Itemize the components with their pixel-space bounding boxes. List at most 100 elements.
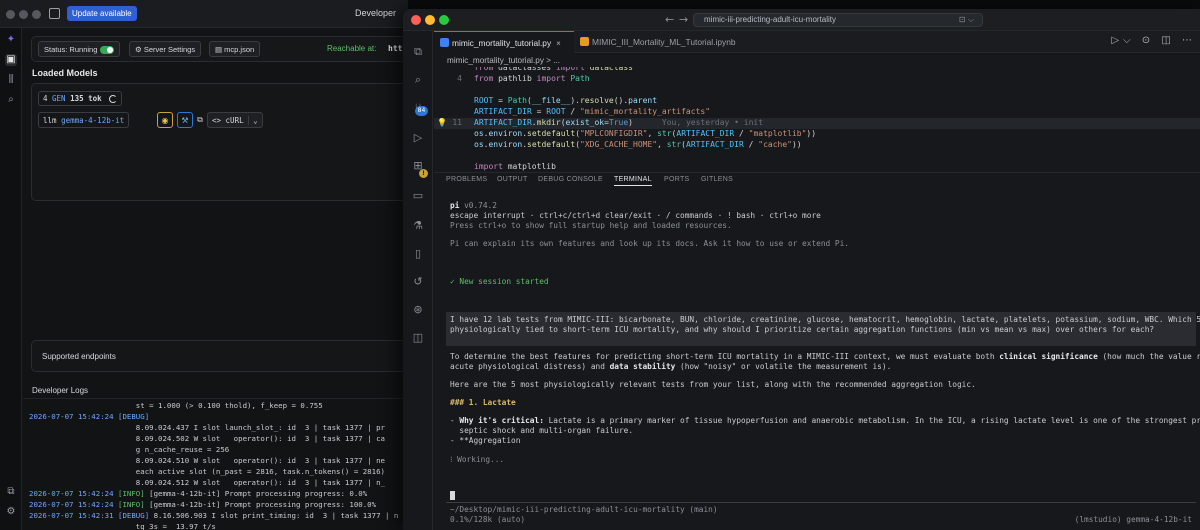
tools-icon[interactable]: ⚒: [177, 112, 193, 128]
settings-gear-icon[interactable]: ⚙: [5, 506, 17, 518]
lmstudio-rail: ✦ ▣ ⫼ ⌕ ⧉ ⚙: [0, 28, 22, 530]
eye-icon[interactable]: ◉: [157, 112, 173, 128]
developer-logs-heading: Developer Logs: [32, 386, 89, 395]
loaded-model-card: 4 GEN 135 tok llm gemma-4-12b-it ◉ ⚒ ⧉ <…: [31, 83, 408, 201]
code-editor[interactable]: from dataclasses import dataclass 4 from …: [434, 67, 1200, 172]
run-debug-icon[interactable]: ▷: [411, 131, 425, 145]
copilot-icon[interactable]: ⊡ ⌵: [959, 15, 974, 25]
python-file-icon: [440, 38, 449, 47]
log-line: 8.09.024.502 W slot operator(): id 3 | t…: [29, 434, 385, 443]
loading-spinner-icon: [109, 95, 118, 103]
server-toggle[interactable]: [100, 46, 115, 55]
search-text: mimic-iii-predicting-adult-icu-mortality: [704, 15, 837, 24]
chevron-down-icon: ⌄: [248, 116, 258, 125]
user-message-line: physiologically tied to short-term ICU m…: [450, 325, 1155, 334]
status-pill[interactable]: Status: Running: [38, 41, 121, 57]
developer-logs-panel[interactable]: st = 1.000 (> 0.100 thold), f_keep = 0.7…: [23, 398, 408, 530]
model-name: gemma-4-12b-it: [61, 116, 125, 125]
response-line: Here are the 5 most physiologically rele…: [450, 380, 976, 389]
close-window-button[interactable]: [411, 15, 421, 25]
code-line: import matplotlib: [474, 162, 556, 171]
mcp-json-button[interactable]: ▤ mcp.json: [209, 41, 261, 57]
usage-status: 0.1%/128k (auto): [450, 515, 526, 524]
response-bullet: - **Aggregation: [450, 436, 521, 445]
log-line: 8.09.024.437 I slot launch_slot_: id 3 |…: [29, 423, 385, 432]
search-models-icon[interactable]: ⌕: [5, 94, 17, 106]
minimize-window-button[interactable]: [425, 15, 435, 25]
server-settings-label: Server Settings: [143, 45, 196, 54]
tab-mimic-iii-notebook[interactable]: MIMIC_III_Mortality_ML_Tutorial.ipynb: [574, 31, 764, 53]
notebook-file-icon: [580, 37, 589, 46]
zoom-window-button[interactable]: [32, 10, 41, 19]
sidebar-toggle-icon[interactable]: [49, 8, 60, 19]
code-line: os.environ.setdefault("XDG_CACHE_HOME", …: [474, 140, 802, 149]
tab-label: MIMIC_III_Mortality_ML_Tutorial.ipynb: [592, 37, 736, 47]
model-prefix: llm: [43, 116, 57, 125]
tab-ports[interactable]: PORTS: [664, 176, 690, 183]
log-line: 2026-07-07 15:42:24 [DEBUG]: [29, 412, 150, 421]
testing-icon[interactable]: ⚗: [411, 219, 425, 233]
bookmarks-icon[interactable]: ▯: [411, 247, 425, 261]
lmstudio-main: Status: Running ⚙ Server Settings ▤ mcp.…: [23, 28, 412, 530]
code-line: 4 from pathlib import Path: [457, 74, 590, 83]
update-available-button[interactable]: Update available: [67, 6, 137, 21]
gitlens-icon[interactable]: ⊛: [411, 303, 425, 317]
vscode-titlebar: ← → mimic-iii-predicting-adult-icu-morta…: [403, 9, 1200, 31]
code-line-current: 💡 11 ARTIFACT_DIR.mkdir(exist_ok=True) You…: [434, 118, 1200, 129]
tab-mimic-mortality-tutorial-py[interactable]: mimic_mortality_tutorial.py ×: [434, 31, 574, 53]
supported-endpoints-row[interactable]: Supported endpoints: [31, 340, 408, 372]
terminal[interactable]: pi v0.74.2 escape interrupt · ctrl+c/ctr…: [434, 193, 1200, 530]
command-center-search[interactable]: mimic-iii-predicting-adult-icu-mortality…: [693, 13, 983, 27]
code-line: from dataclasses import dataclass: [474, 67, 633, 72]
explorer-icon[interactable]: ⧉: [411, 45, 425, 59]
timeline-icon[interactable]: ↺: [411, 275, 425, 289]
lmstudio-logo-icon[interactable]: ✦: [5, 34, 17, 46]
panel-tabs: PROBLEMS OUTPUT DEBUG CONSOLE TERMINAL P…: [434, 173, 1200, 189]
tab-problems[interactable]: PROBLEMS: [446, 176, 487, 183]
zoom-window-button[interactable]: [439, 15, 449, 25]
developer-icon[interactable]: ▣: [5, 54, 17, 66]
log-line: each active slot (n_past = 2816, task.n_…: [29, 467, 385, 476]
response-bullet: septic shock and multi-organ failure.: [450, 426, 634, 435]
tab-gitlens[interactable]: GITLENS: [701, 176, 733, 183]
token-count: 4: [43, 94, 48, 103]
token-counter: 4 GEN 135 tok: [38, 91, 123, 106]
close-tab-icon[interactable]: ×: [556, 39, 561, 48]
chat-icon[interactable]: ◫: [411, 331, 425, 345]
copy-icon[interactable]: ⧉: [192, 112, 208, 128]
tab-terminal[interactable]: TERMINAL: [614, 176, 652, 186]
help-line: Pi can explain its own features and look…: [450, 239, 850, 248]
remote-explorer-icon[interactable]: ▭: [411, 189, 425, 203]
cwd-status: ~/Desktop/mimic-iii-predicting-adult-icu…: [450, 505, 718, 514]
editor-actions[interactable]: ▷⌵ ⊙ ◫ ⋯: [1111, 35, 1196, 46]
hardware-icon[interactable]: ⧉: [5, 486, 17, 498]
back-arrow-icon[interactable]: ←: [665, 13, 674, 26]
response-heading: ### 1. Lactate: [450, 398, 516, 407]
editor-tabs: mimic_mortality_tutorial.py × MIMIC_III_M…: [434, 31, 1200, 53]
help-line: Press ctrl+o to show full startup help a…: [450, 221, 732, 230]
warning-badge-icon: !: [419, 169, 428, 178]
model-status: (lmstudio) gemma-4-12b-it: [1074, 515, 1192, 524]
response-bullet: - Why it's critical: Lactate is a primar…: [450, 416, 1200, 425]
server-toolbar: Status: Running ⚙ Server Settings ▤ mcp.…: [31, 36, 412, 62]
user-message-line: I have 12 lab tests from MIMIC-III: bica…: [450, 315, 1200, 324]
log-line: 2026-07-07 15:42:31 [DEBUG] 8.16.506.903…: [29, 511, 399, 520]
mcp-label: mcp.json: [224, 45, 255, 54]
minimize-window-button[interactable]: [19, 10, 28, 19]
tab-debug-console[interactable]: DEBUG CONSOLE: [538, 176, 603, 183]
tab-output[interactable]: OUTPUT: [497, 176, 528, 183]
log-line: st = 1.000 (> 0.100 thold), f_keep = 0.7…: [29, 401, 323, 410]
curl-dropdown[interactable]: <> cURL ⌄: [207, 112, 263, 128]
models-icon[interactable]: ⫼: [5, 74, 17, 86]
response-line: acute physiological distress) and data s…: [450, 362, 892, 371]
search-icon[interactable]: ⌕: [411, 73, 425, 87]
forward-arrow-icon[interactable]: →: [679, 13, 688, 26]
breadcrumb[interactable]: mimic_mortality_tutorial.py > ...: [447, 56, 560, 65]
code-line: ROOT = Path(__file__).resolve().parent: [474, 96, 658, 105]
close-window-button[interactable]: [6, 10, 15, 19]
token-gen-label: GEN: [52, 94, 66, 103]
activity-bar: ⧉ ⌕ ⑂ 84 ▷ ⊞ ! ▭ ⚗ ▯ ↺ ⊛ ◫: [403, 31, 433, 530]
model-identifier[interactable]: llm gemma-4-12b-it: [38, 112, 130, 128]
log-line: g n_cache_reuse = 256: [29, 445, 230, 454]
server-settings-button[interactable]: ⚙ Server Settings: [129, 41, 202, 57]
